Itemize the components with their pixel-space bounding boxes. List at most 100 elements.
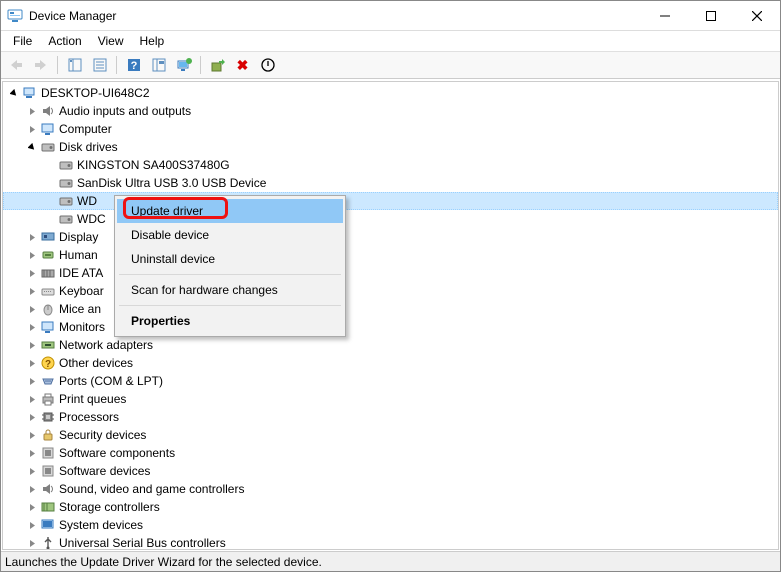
tree-label: Processors bbox=[59, 408, 119, 426]
expander-icon[interactable] bbox=[25, 338, 39, 352]
minimize-button[interactable] bbox=[642, 1, 688, 31]
tree-label: KINGSTON SA400S37480G bbox=[77, 156, 230, 174]
computer-icon bbox=[22, 85, 38, 101]
show-hide-tree-button[interactable] bbox=[63, 54, 86, 76]
tree-label: Software components bbox=[59, 444, 175, 462]
back-button bbox=[4, 54, 27, 76]
disk-icon bbox=[58, 211, 74, 227]
speaker-icon bbox=[40, 103, 56, 119]
keyboard-icon bbox=[40, 283, 56, 299]
tree-label: Mice an bbox=[59, 300, 101, 318]
tree-node-disk-drives[interactable]: Disk drives bbox=[3, 138, 778, 156]
window-title: Device Manager bbox=[29, 9, 116, 23]
properties-toolbar-button[interactable] bbox=[88, 54, 111, 76]
tree-node-sw-devices[interactable]: Software devices bbox=[3, 462, 778, 480]
expander-icon[interactable] bbox=[25, 122, 39, 136]
expander-icon[interactable] bbox=[25, 284, 39, 298]
tree-node-system[interactable]: System devices bbox=[3, 516, 778, 534]
tree-node-other[interactable]: ? Other devices bbox=[3, 354, 778, 372]
expander-icon[interactable] bbox=[25, 392, 39, 406]
close-button[interactable] bbox=[734, 1, 780, 31]
expander-icon[interactable] bbox=[25, 464, 39, 478]
ide-icon bbox=[40, 265, 56, 281]
tree-node-storage-controllers[interactable]: Storage controllers bbox=[3, 498, 778, 516]
tree-label: WD bbox=[77, 192, 97, 210]
menu-help[interactable]: Help bbox=[132, 32, 173, 50]
tree-label: Security devices bbox=[59, 426, 146, 444]
software-icon bbox=[40, 445, 56, 461]
tree-node-usb[interactable]: Universal Serial Bus controllers bbox=[3, 534, 778, 549]
tree-label: System devices bbox=[59, 516, 143, 534]
disk-icon bbox=[58, 193, 74, 209]
svg-text:?: ? bbox=[130, 60, 137, 72]
tree-node-network[interactable]: Network adapters bbox=[3, 336, 778, 354]
tree-node-sw-components[interactable]: Software components bbox=[3, 444, 778, 462]
storage-icon bbox=[40, 499, 56, 515]
disable-toolbar-button[interactable] bbox=[256, 54, 279, 76]
expander-icon[interactable] bbox=[25, 266, 39, 280]
disk-icon bbox=[58, 157, 74, 173]
tree-node-audio[interactable]: Audio inputs and outputs bbox=[3, 102, 778, 120]
tree-label: Ports (COM & LPT) bbox=[59, 372, 163, 390]
expander-icon[interactable] bbox=[25, 536, 39, 549]
expander-icon[interactable] bbox=[7, 86, 21, 100]
tree-node-print-queues[interactable]: Print queues bbox=[3, 390, 778, 408]
software-icon bbox=[40, 463, 56, 479]
display-adapter-icon bbox=[40, 229, 56, 245]
ctx-uninstall-device[interactable]: Uninstall device bbox=[117, 247, 343, 271]
update-driver-toolbar-button[interactable] bbox=[206, 54, 229, 76]
uninstall-toolbar-button[interactable]: ✖ bbox=[231, 54, 254, 76]
tree-label: Monitors bbox=[59, 318, 105, 336]
expander-icon[interactable] bbox=[25, 500, 39, 514]
forward-button bbox=[29, 54, 52, 76]
expander-icon[interactable] bbox=[25, 104, 39, 118]
maximize-button[interactable] bbox=[688, 1, 734, 31]
tree-label: Software devices bbox=[59, 462, 150, 480]
expander-icon[interactable] bbox=[25, 410, 39, 424]
tree-node-disk-sandisk[interactable]: SanDisk Ultra USB 3.0 USB Device bbox=[3, 174, 778, 192]
expander-icon[interactable] bbox=[25, 356, 39, 370]
expander-icon[interactable] bbox=[25, 374, 39, 388]
help-toolbar-button[interactable]: ? bbox=[122, 54, 145, 76]
scan-hardware-button[interactable] bbox=[172, 54, 195, 76]
tree-label: Display bbox=[59, 228, 98, 246]
ctx-properties[interactable]: Properties bbox=[117, 309, 343, 333]
menu-bar: File Action View Help bbox=[1, 31, 780, 51]
menu-file[interactable]: File bbox=[5, 32, 40, 50]
tree-node-ports[interactable]: Ports (COM & LPT) bbox=[3, 372, 778, 390]
expander-icon[interactable] bbox=[25, 428, 39, 442]
tree-node-security[interactable]: Security devices bbox=[3, 426, 778, 444]
expander-icon[interactable] bbox=[25, 320, 39, 334]
expander-icon[interactable] bbox=[25, 140, 39, 154]
printer-icon bbox=[40, 391, 56, 407]
ctx-disable-device[interactable]: Disable device bbox=[117, 223, 343, 247]
ctx-update-driver[interactable]: Update driver bbox=[117, 199, 343, 223]
ctx-scan-hardware[interactable]: Scan for hardware changes bbox=[117, 278, 343, 302]
expander-icon[interactable] bbox=[25, 482, 39, 496]
action-toolbar-button[interactable] bbox=[147, 54, 170, 76]
disk-icon bbox=[58, 175, 74, 191]
disk-icon bbox=[40, 139, 56, 155]
tree-label: Disk drives bbox=[59, 138, 118, 156]
menu-view[interactable]: View bbox=[90, 32, 132, 50]
monitor-icon bbox=[40, 319, 56, 335]
expander-icon[interactable] bbox=[25, 302, 39, 316]
menu-action[interactable]: Action bbox=[40, 32, 89, 50]
tree-node-processors[interactable]: Processors bbox=[3, 408, 778, 426]
tree-node-disk-kingston[interactable]: KINGSTON SA400S37480G bbox=[3, 156, 778, 174]
tree-label: SanDisk Ultra USB 3.0 USB Device bbox=[77, 174, 266, 192]
tree-node-computer[interactable]: Computer bbox=[3, 120, 778, 138]
tree-label: Other devices bbox=[59, 354, 133, 372]
expander-icon[interactable] bbox=[25, 446, 39, 460]
security-icon bbox=[40, 427, 56, 443]
tree-node-root[interactable]: DESKTOP-UI648C2 bbox=[3, 84, 778, 102]
tree-label: Human bbox=[59, 246, 98, 264]
ports-icon bbox=[40, 373, 56, 389]
app-icon bbox=[7, 8, 23, 24]
expander-icon[interactable] bbox=[25, 518, 39, 532]
expander-icon[interactable] bbox=[25, 248, 39, 262]
tree-node-sound[interactable]: Sound, video and game controllers bbox=[3, 480, 778, 498]
expander-icon[interactable] bbox=[25, 230, 39, 244]
question-icon: ? bbox=[40, 355, 56, 371]
toolbar-separator bbox=[116, 56, 117, 74]
